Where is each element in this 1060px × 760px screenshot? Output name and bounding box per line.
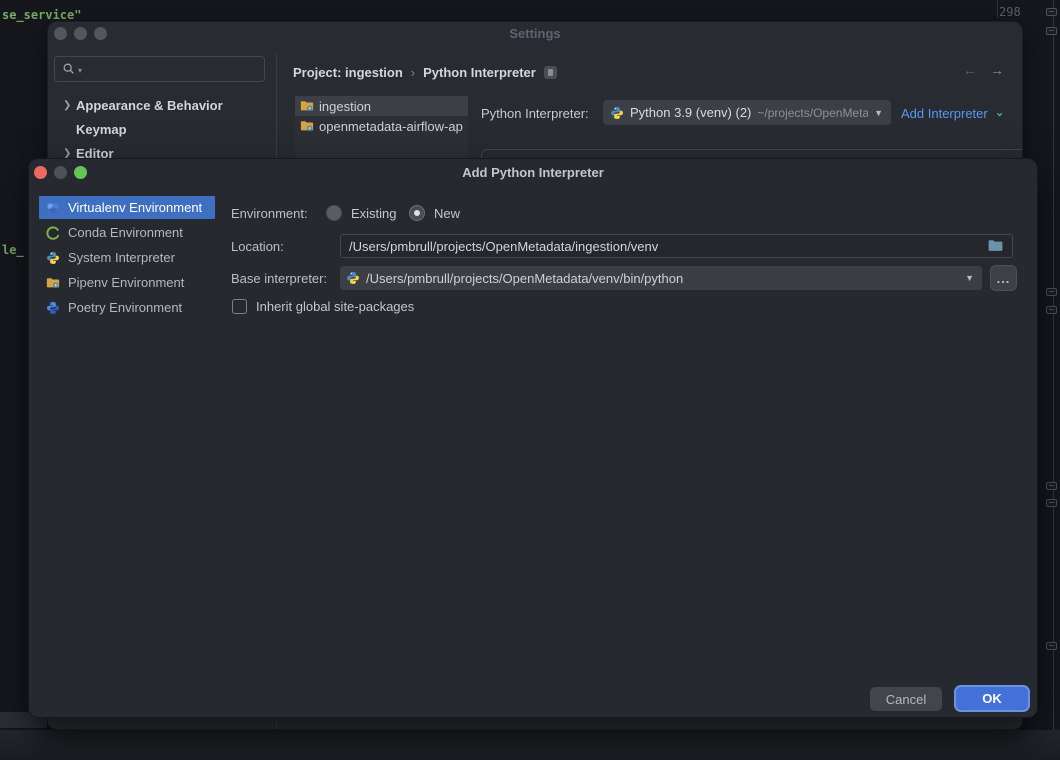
radio-existing-label[interactable]: Existing — [351, 206, 397, 221]
python-interpreter-label: Python Interpreter: — [481, 106, 589, 121]
nav-item-conda-environment[interactable]: Conda Environment — [39, 221, 215, 244]
search-history-caret-icon[interactable]: ▾ — [78, 66, 82, 75]
chevron-right-icon[interactable]: ❯ — [54, 100, 76, 111]
screen: se_service" le_ 298 Settings ▾ ❯ Appeara… — [0, 0, 1060, 760]
base-interpreter-value: /Users/pmbrull/projects/OpenMetadata/ven… — [366, 271, 959, 286]
location-input-value: /Users/pmbrull/projects/OpenMetadata/ing… — [349, 239, 658, 254]
background-code-fragment: le_ — [2, 243, 24, 257]
breadcrumb: Project: ingestion › Python Interpreter — [293, 63, 557, 81]
dropdown-arrow-icon: ▼ — [965, 273, 974, 283]
inherit-site-packages-label[interactable]: Inherit global site-packages — [256, 299, 414, 314]
editor-indent-guide — [997, 0, 998, 18]
background-code-fragment: se_service" — [2, 8, 81, 22]
settings-window-title: Settings — [48, 26, 1022, 41]
dropdown-arrow-icon: ▼ — [874, 108, 883, 118]
breadcrumb-page[interactable]: Python Interpreter — [423, 65, 536, 80]
virtualenv-icon — [46, 201, 60, 215]
sidebar-item-label: Keymap — [76, 122, 127, 137]
interpreter-select-value: Python 3.9 (venv) (2) — [630, 105, 751, 120]
list-item-label: ingestion — [319, 99, 371, 114]
pipenv-folder-icon — [46, 276, 60, 290]
back-arrow-icon[interactable]: ← — [963, 62, 977, 78]
base-interpreter-select[interactable]: /Users/pmbrull/projects/OpenMetadata/ven… — [340, 266, 982, 290]
nav-item-poetry-environment[interactable]: Poetry Environment — [39, 296, 215, 319]
sidebar-item-label: Appearance & Behavior — [76, 98, 223, 113]
list-item-ingestion[interactable]: ingestion — [295, 96, 468, 116]
window-bottom-shadow — [0, 730, 1060, 760]
forward-arrow-icon[interactable]: → — [990, 62, 1004, 78]
python-icon — [46, 251, 60, 265]
fold-marker-icon[interactable] — [1046, 8, 1057, 16]
base-interpreter-browse-button[interactable]: ... — [990, 265, 1017, 291]
radio-existing[interactable] — [326, 205, 342, 221]
fold-marker-icon[interactable] — [1046, 288, 1057, 296]
base-interpreter-label: Base interpreter: — [231, 271, 327, 286]
breadcrumb-project[interactable]: Project: ingestion — [293, 65, 403, 80]
python-icon — [610, 106, 624, 120]
radio-new[interactable] — [409, 205, 425, 221]
python-folder-icon — [300, 119, 314, 133]
inherit-site-packages-checkbox[interactable] — [232, 299, 247, 314]
fold-marker-icon[interactable] — [1046, 27, 1057, 35]
conda-icon — [46, 226, 60, 240]
nav-item-label: Virtualenv Environment — [68, 200, 202, 215]
help-topic-icon[interactable] — [544, 66, 557, 79]
editor-line-number: 298 — [999, 5, 1021, 19]
interpreter-select-path: ~/projects/OpenMeta — [757, 106, 868, 120]
chevron-down-icon[interactable]: ⌄ — [995, 106, 1004, 119]
interpreter-select[interactable]: Python 3.9 (venv) (2) ~/projects/OpenMet… — [603, 100, 891, 125]
nav-item-virtualenv-environment[interactable]: Virtualenv Environment — [39, 196, 215, 219]
list-item-openmetadata-airflow[interactable]: openmetadata-airflow-ap — [295, 116, 468, 136]
python-icon — [346, 271, 360, 285]
environment-label: Environment: — [231, 206, 308, 221]
fold-marker-icon[interactable] — [1046, 306, 1057, 314]
fold-marker-icon[interactable] — [1046, 642, 1057, 650]
sidebar-item-keymap[interactable]: Keymap — [54, 117, 270, 141]
python-folder-icon — [300, 99, 314, 113]
radio-new-label[interactable]: New — [434, 206, 460, 221]
nav-item-label: System Interpreter — [68, 250, 175, 265]
ok-button[interactable]: OK — [954, 685, 1030, 712]
nav-item-label: Conda Environment — [68, 225, 183, 240]
location-label: Location: — [231, 239, 284, 254]
add-interpreter-dialog: Add Python Interpreter Virtualenv Enviro… — [28, 158, 1038, 718]
nav-item-label: Poetry Environment — [68, 300, 182, 315]
cancel-button[interactable]: Cancel — [870, 687, 942, 711]
settings-search-input[interactable]: ▾ — [54, 56, 265, 82]
fold-marker-icon[interactable] — [1046, 482, 1057, 490]
nav-item-pipenv-environment[interactable]: Pipenv Environment — [39, 271, 215, 294]
fold-marker-icon[interactable] — [1046, 499, 1057, 507]
list-item-label: openmetadata-airflow-ap — [319, 119, 463, 134]
search-icon — [62, 62, 76, 76]
dialog-title: Add Python Interpreter — [29, 165, 1037, 180]
add-interpreter-link[interactable]: Add Interpreter — [901, 106, 988, 121]
poetry-icon — [46, 301, 60, 315]
breadcrumb-separator-icon: › — [411, 65, 415, 80]
browse-folder-icon[interactable] — [987, 237, 1004, 254]
chevron-right-icon[interactable]: ❯ — [54, 148, 76, 159]
nav-item-system-interpreter[interactable]: System Interpreter — [39, 246, 215, 269]
nav-item-label: Pipenv Environment — [68, 275, 184, 290]
sidebar-item-appearance-behavior[interactable]: ❯ Appearance & Behavior — [54, 93, 270, 117]
location-input[interactable]: /Users/pmbrull/projects/OpenMetadata/ing… — [340, 234, 1013, 258]
